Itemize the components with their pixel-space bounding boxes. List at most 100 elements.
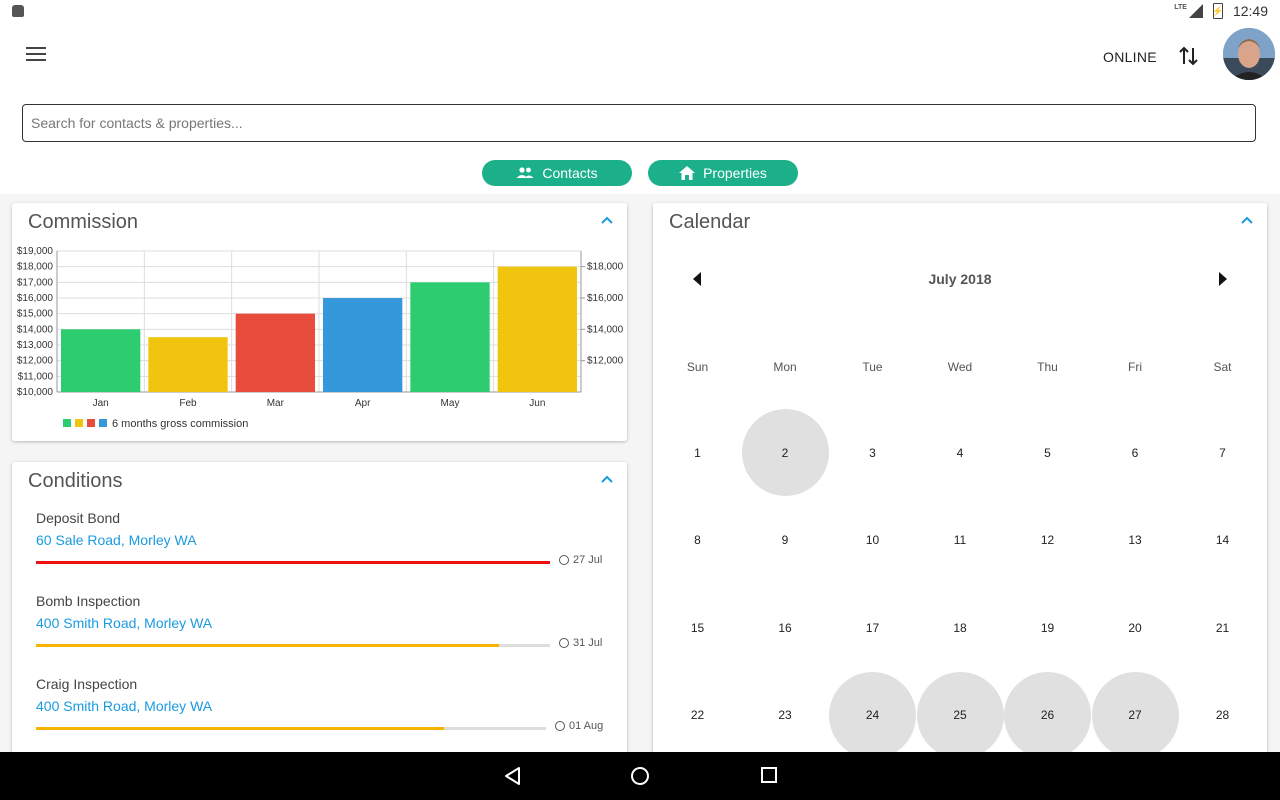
- x-tick-label: Jun: [529, 398, 545, 409]
- clock-icon: [559, 638, 569, 648]
- y-tick-label: $16,000: [17, 293, 54, 304]
- calendar-day[interactable]: 1: [654, 409, 741, 496]
- hamburger-menu-icon[interactable]: [26, 47, 46, 63]
- y-tick-label: $15,000: [17, 309, 54, 320]
- y-tick-label: $10,000: [17, 387, 54, 398]
- legend-swatch: [63, 419, 71, 427]
- progress-fill: [36, 644, 499, 647]
- x-tick-label: May: [441, 398, 460, 409]
- calendar-day[interactable]: 10: [829, 497, 916, 584]
- weekday-label: Fri: [1128, 360, 1142, 374]
- contacts-button-label: Contacts: [542, 165, 598, 181]
- calendar-day[interactable]: 26: [1004, 671, 1091, 759]
- user-avatar[interactable]: [1223, 28, 1275, 80]
- bar: [61, 329, 141, 392]
- progress-fill: [36, 561, 550, 564]
- calendar-day[interactable]: 14: [1179, 497, 1266, 584]
- calendar-day[interactable]: 27: [1091, 671, 1179, 759]
- calendar-card: Calendar July 2018 Sun Mon Tue Wed Thu Fri Sat…: [653, 203, 1267, 763]
- previous-month-arrow-icon[interactable]: [693, 272, 701, 286]
- weekday-label: Thu: [1037, 360, 1058, 374]
- legend-swatch: [75, 419, 83, 427]
- condition-progress-bar: [36, 644, 550, 647]
- condition-address-link[interactable]: 400 Smith Road, Morley WA: [36, 615, 606, 631]
- search-input[interactable]: [22, 104, 1256, 142]
- app-header: ONLINE Contacts Properties: [0, 24, 1280, 194]
- home-icon: [679, 166, 696, 180]
- home-circle-icon[interactable]: [630, 766, 650, 786]
- contacts-button[interactable]: Contacts: [482, 160, 632, 186]
- calendar-day[interactable]: 2: [741, 409, 829, 496]
- sync-arrows-icon[interactable]: [1178, 44, 1200, 68]
- x-tick-label: Mar: [267, 398, 285, 409]
- condition-progress-bar: [36, 561, 550, 564]
- collapse-chevron-icon[interactable]: [600, 474, 614, 484]
- condition-item[interactable]: Craig Inspection 400 Smith Road, Morley …: [36, 676, 606, 732]
- battery-icon: ⚡: [1212, 3, 1224, 19]
- calendar-day[interactable]: 5: [1004, 409, 1091, 496]
- y-tick-label: $14,000: [17, 324, 54, 335]
- calendar-day[interactable]: 13: [1092, 497, 1179, 584]
- calendar-day[interactable]: 19: [1004, 584, 1091, 671]
- calendar-day[interactable]: 20: [1092, 584, 1179, 671]
- calendar-day[interactable]: 22: [654, 672, 741, 759]
- calendar-day[interactable]: 3: [829, 409, 916, 496]
- properties-button[interactable]: Properties: [648, 160, 798, 186]
- condition-item[interactable]: Deposit Bond 60 Sale Road, Morley WA 27 …: [36, 510, 606, 566]
- collapse-chevron-icon[interactable]: [1240, 215, 1254, 225]
- recents-square-icon[interactable]: [760, 766, 778, 784]
- condition-item[interactable]: Bomb Inspection 400 Smith Road, Morley W…: [36, 593, 606, 649]
- calendar-day[interactable]: 7: [1179, 409, 1266, 496]
- connection-status: ONLINE: [1103, 49, 1157, 65]
- properties-button-label: Properties: [703, 165, 767, 181]
- calendar-day[interactable]: 16: [742, 584, 829, 671]
- weekday-label: Sun: [686, 360, 709, 374]
- condition-due-date: 31 Jul: [559, 637, 602, 649]
- y-right-tick-label: $16,000: [587, 293, 624, 304]
- calendar-day[interactable]: 17: [829, 584, 916, 671]
- back-icon[interactable]: [503, 766, 523, 786]
- y-tick-label: $18,000: [17, 262, 54, 273]
- y-right-tick-label: $14,000: [587, 324, 624, 335]
- condition-address-link[interactable]: 400 Smith Road, Morley WA: [36, 698, 606, 714]
- status-time: 12:49: [1232, 3, 1268, 19]
- calendar-day[interactable]: 6: [1092, 409, 1179, 496]
- android-notification-icon: [12, 5, 24, 17]
- legend-swatch: [87, 419, 95, 427]
- bar: [235, 313, 315, 392]
- y-right-tick-label: $18,000: [587, 262, 624, 273]
- calendar-day[interactable]: 18: [917, 584, 1004, 671]
- x-tick-label: Apr: [355, 398, 371, 409]
- clock-icon: [559, 555, 569, 565]
- weekday-label: Wed: [947, 360, 973, 374]
- y-tick-label: $11,000: [18, 371, 54, 382]
- condition-date-text: 27 Jul: [573, 554, 603, 566]
- calendar-day[interactable]: 15: [654, 584, 741, 671]
- condition-address-link[interactable]: 60 Sale Road, Morley WA: [36, 532, 606, 548]
- calendar-month-label: July 2018: [928, 271, 992, 287]
- calendar-day[interactable]: 23: [742, 672, 829, 759]
- bar: [410, 282, 490, 392]
- x-tick-label: Jan: [93, 398, 109, 409]
- calendar-day[interactable]: 12: [1004, 497, 1091, 584]
- network-type: LTE: [1174, 3, 1187, 11]
- calendar-day[interactable]: 24: [829, 671, 916, 759]
- calendar-day[interactable]: 4: [917, 409, 1004, 496]
- weekday-label: Sat: [1213, 360, 1232, 374]
- calendar-day[interactable]: 9: [742, 497, 829, 584]
- calendar-day[interactable]: 8: [654, 497, 741, 584]
- bar: [497, 266, 577, 392]
- condition-progress-bar: [36, 727, 546, 730]
- condition-title: Deposit Bond: [36, 510, 121, 526]
- next-month-arrow-icon[interactable]: [1219, 272, 1227, 286]
- calendar-day[interactable]: 21: [1179, 584, 1266, 671]
- calendar-day[interactable]: 11: [917, 497, 1004, 584]
- commission-chart: $10,000 $11,000 $12,000 $13,000 $14,000 $15,0…: [17, 246, 624, 430]
- condition-title: Bomb Inspection: [36, 593, 141, 609]
- calendar-day[interactable]: 25: [916, 671, 1004, 759]
- calendar-title: Calendar: [669, 211, 751, 233]
- y-tick-label: $19,000: [17, 246, 54, 257]
- conditions-title: Conditions: [28, 470, 123, 492]
- calendar-day[interactable]: 28: [1179, 672, 1266, 759]
- progress-fill: [36, 727, 444, 730]
